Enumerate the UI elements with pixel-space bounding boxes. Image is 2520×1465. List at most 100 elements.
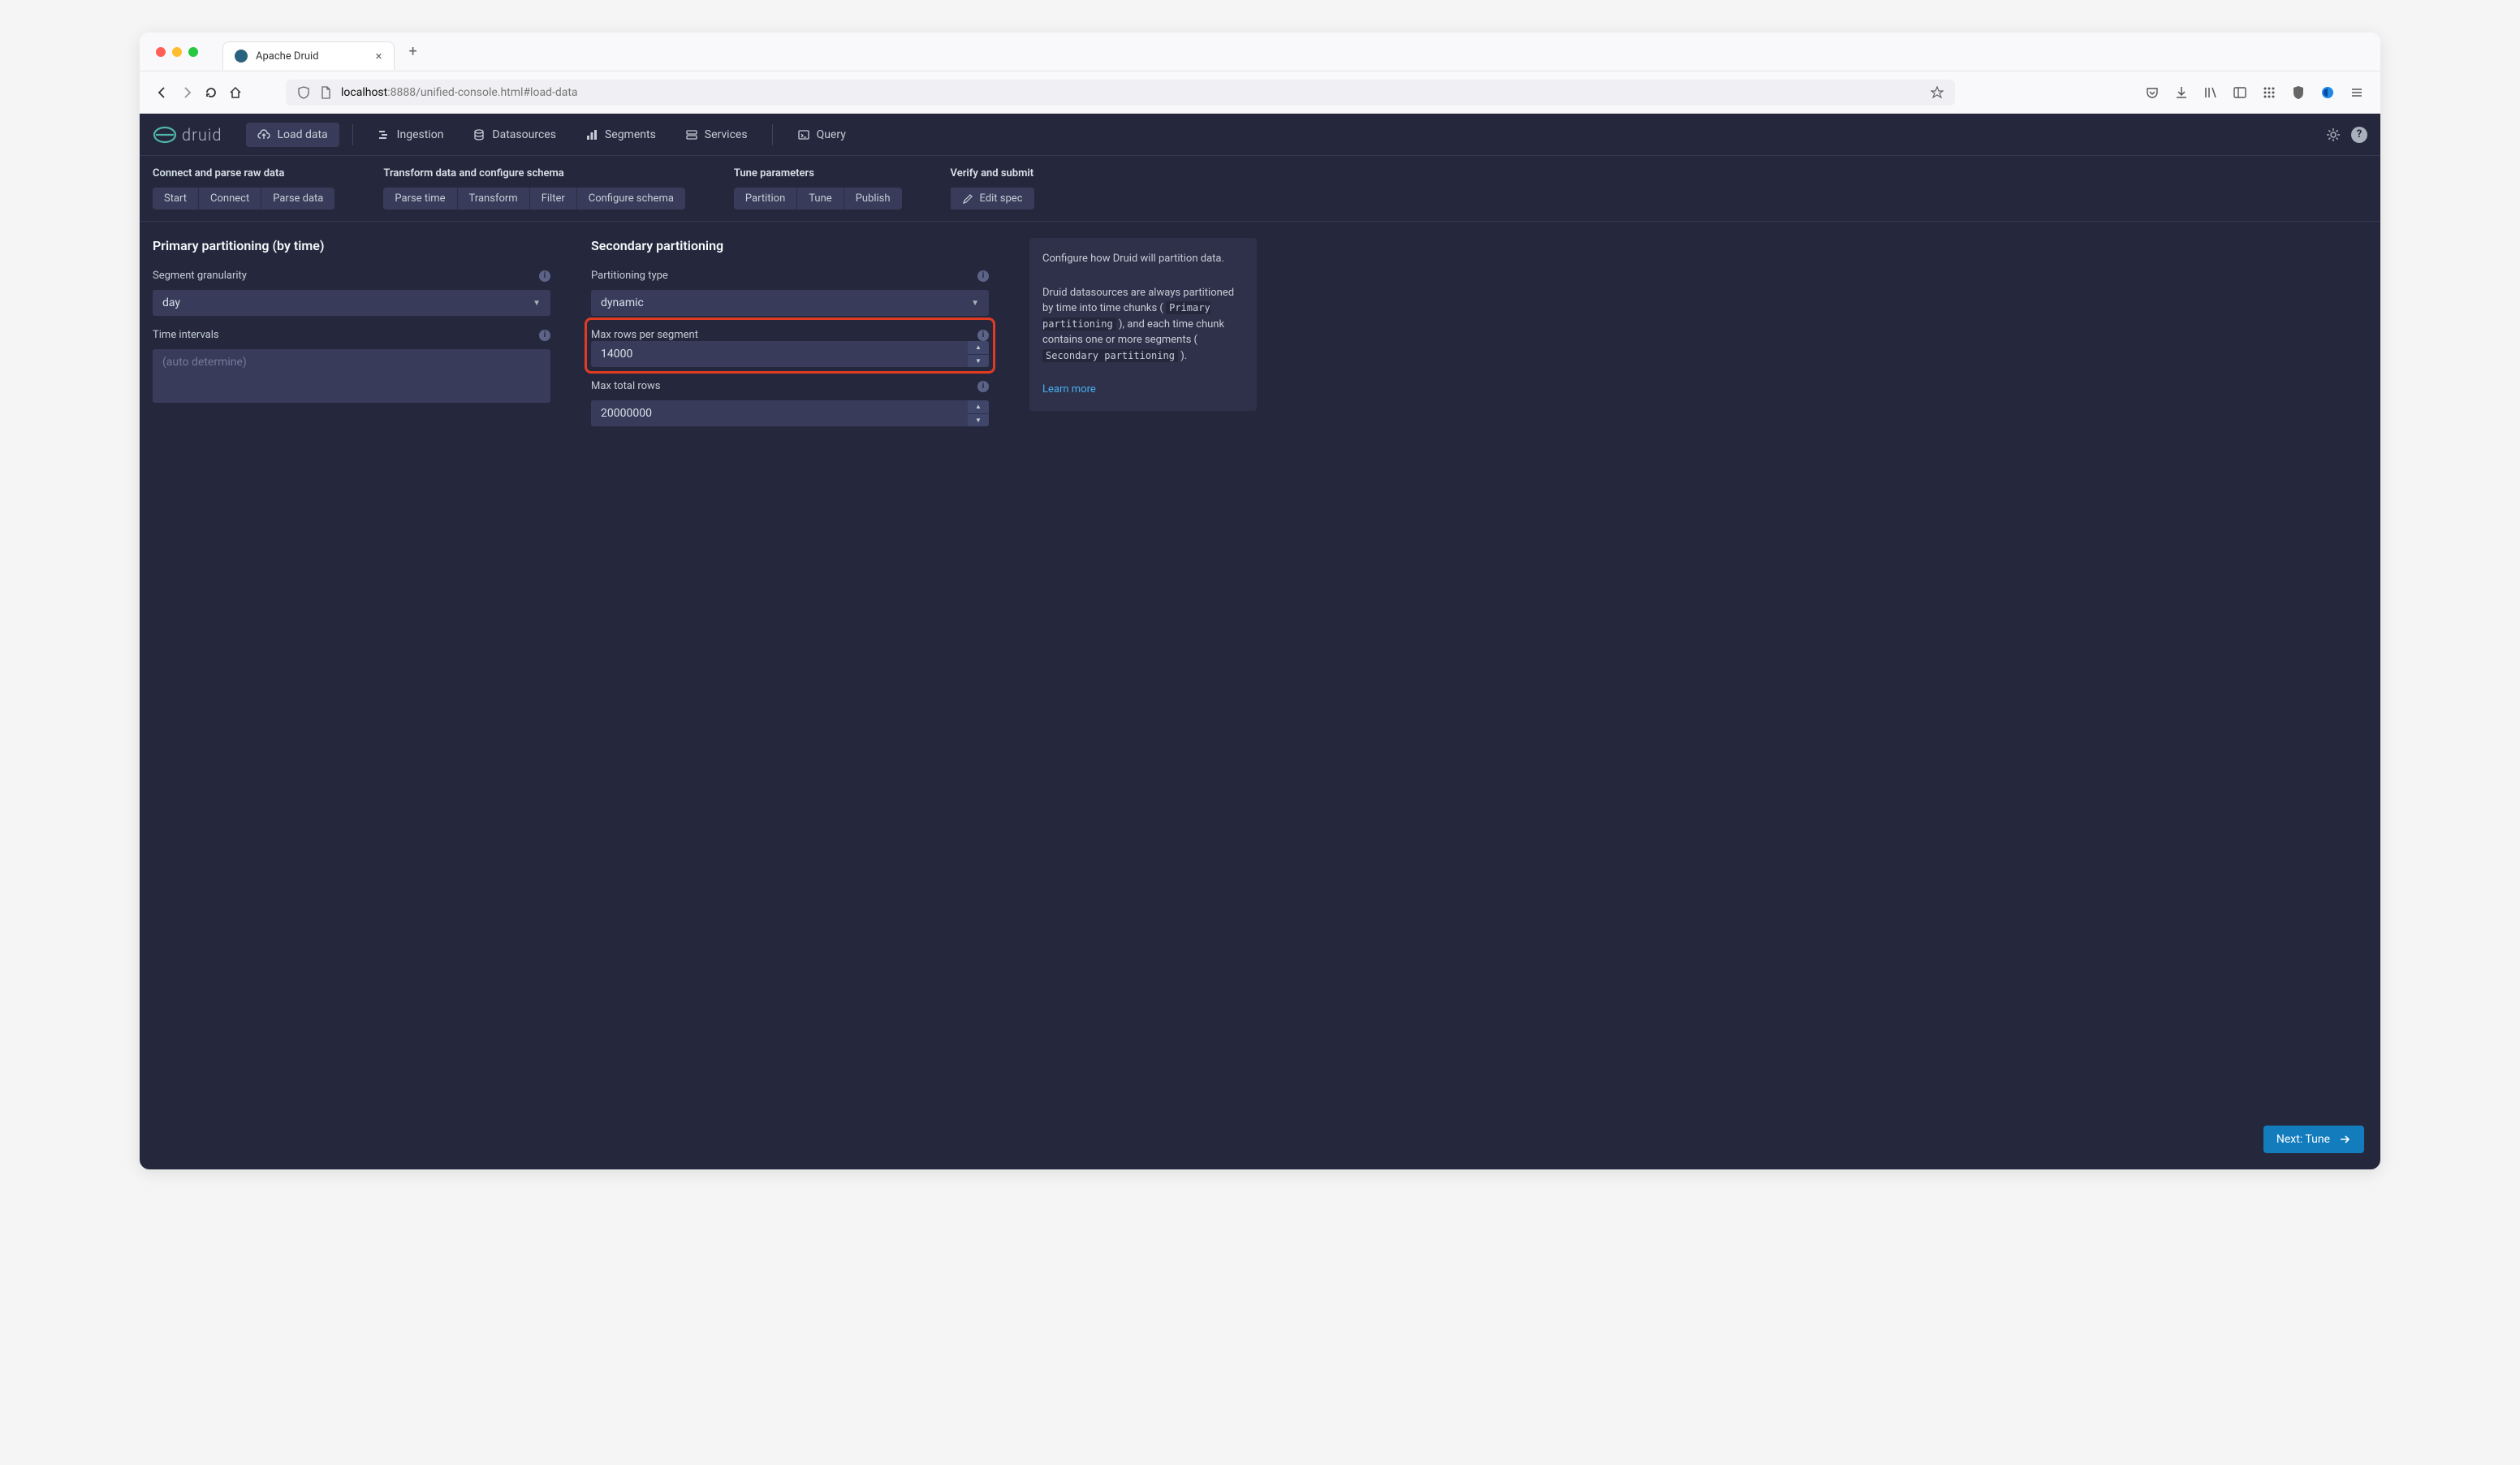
highlighted-max-rows-field: Max rows per segment i 14000 ▲ ▼ [585, 318, 995, 374]
content-area: Primary partitioning (by time) Segment g… [140, 222, 2380, 443]
back-button[interactable] [156, 86, 169, 99]
help-text-2: Druid datasources are always partitioned… [1042, 285, 1244, 365]
nav-segments[interactable]: Segments [574, 123, 667, 147]
url-bar[interactable]: localhost:8888/unified-console.html#load… [286, 80, 1955, 106]
download-icon[interactable] [2174, 85, 2189, 100]
home-button[interactable] [229, 86, 242, 99]
secondary-partitioning-section: Secondary partitioning Partitioning type… [591, 238, 989, 426]
edit-icon [962, 193, 973, 205]
logo-text: druid [182, 125, 222, 145]
primary-partitioning-section: Primary partitioning (by time) Segment g… [153, 238, 550, 426]
caret-down-icon: ▼ [533, 299, 541, 308]
menu-icon[interactable] [2350, 85, 2364, 100]
settings-icon[interactable] [2325, 127, 2341, 143]
window-minimize-button[interactable] [172, 47, 182, 57]
maxtotal-input[interactable]: 20000000 [591, 400, 968, 426]
tab-title: Apache Druid [256, 50, 319, 63]
step-transform[interactable]: Transform [458, 188, 530, 210]
partitioning-type-select[interactable]: dynamic ▼ [591, 290, 989, 316]
step-group-transform: Transform data and configure schema Pars… [383, 167, 685, 210]
info-icon[interactable]: i [539, 330, 550, 341]
step-tune[interactable]: Tune [797, 188, 844, 210]
step-publish[interactable]: Publish [844, 188, 902, 210]
browser-title-bar: Apache Druid × + [140, 32, 2380, 71]
step-configure-schema[interactable]: Configure schema [577, 188, 685, 210]
intervals-label: Time intervals [153, 329, 219, 341]
learn-more-link[interactable]: Learn more [1042, 382, 1244, 398]
ublock-icon[interactable] [2291, 85, 2306, 100]
app-nav: druid Load data Ingestion Datasources [140, 114, 2380, 156]
step-partition[interactable]: Partition [734, 188, 797, 210]
granularity-select[interactable]: day ▼ [153, 290, 550, 316]
browser-toolbar: localhost:8888/unified-console.html#load… [140, 71, 2380, 114]
caret-down-icon: ▼ [971, 299, 979, 308]
spinner-down-icon[interactable]: ▼ [968, 355, 989, 368]
bars-icon [585, 128, 598, 141]
grid-icon[interactable] [2262, 85, 2276, 100]
code-secondary: Secondary partitioning [1042, 349, 1178, 362]
step-parse-data[interactable]: Parse data [261, 188, 334, 210]
arrow-right-icon [2338, 1133, 2351, 1146]
step-start[interactable]: Start [153, 188, 199, 210]
spinner-down-icon[interactable]: ▼ [968, 414, 989, 427]
spinner-up-icon[interactable]: ▲ [968, 341, 989, 355]
browser-tab[interactable]: Apache Druid × [222, 41, 395, 70]
extension-icon[interactable] [2320, 85, 2335, 100]
info-icon[interactable]: i [977, 270, 989, 282]
intervals-textarea[interactable]: (auto determine) [153, 349, 550, 403]
url-text: localhost:8888/unified-console.html#load… [341, 86, 578, 99]
shield-icon [297, 86, 310, 99]
new-tab-button[interactable]: + [409, 43, 417, 60]
close-tab-button[interactable]: × [376, 49, 382, 63]
next-button[interactable]: Next: Tune [2263, 1126, 2364, 1153]
bookmark-icon[interactable] [1931, 86, 1944, 99]
step-group-tune: Tune parameters Partition Tune Publish [734, 167, 902, 210]
cloud-upload-icon [257, 128, 270, 141]
console-icon [797, 128, 810, 141]
nav-load-data[interactable]: Load data [246, 123, 339, 147]
database-icon [472, 128, 485, 141]
help-icon[interactable]: ? [2351, 127, 2367, 143]
info-icon[interactable]: i [977, 381, 989, 392]
tab-favicon [235, 50, 248, 63]
document-icon [320, 86, 331, 99]
window-controls [156, 47, 198, 57]
nav-divider [352, 124, 353, 145]
step-group-connect: Connect and parse raw data Start Connect… [153, 167, 334, 210]
maxrows-label: Max rows per segment [591, 329, 698, 341]
nav-ingestion[interactable]: Ingestion [366, 123, 455, 147]
gantt-icon [378, 128, 391, 141]
druid-logo[interactable]: druid [153, 125, 222, 145]
window-close-button[interactable] [156, 47, 166, 57]
step-group-verify: Verify and submit Edit spec [951, 167, 1034, 210]
druid-logo-icon [153, 125, 177, 145]
help-panel: Configure how Druid will partition data.… [1029, 238, 1257, 411]
help-text-1: Configure how Druid will partition data. [1042, 251, 1244, 267]
step-parse-time[interactable]: Parse time [383, 188, 457, 210]
spinner-up-icon[interactable]: ▲ [968, 400, 989, 414]
forward-button[interactable] [180, 86, 193, 99]
nav-query[interactable]: Query [786, 123, 857, 147]
pocket-icon[interactable] [2145, 85, 2160, 100]
secondary-title: Secondary partitioning [591, 238, 989, 253]
info-icon[interactable]: i [977, 330, 989, 341]
step-edit-spec[interactable]: Edit spec [951, 188, 1034, 210]
window-maximize-button[interactable] [188, 47, 198, 57]
server-icon [685, 128, 698, 141]
step-connect[interactable]: Connect [199, 188, 261, 210]
info-icon[interactable]: i [539, 270, 550, 282]
sidebar-icon[interactable] [2233, 85, 2247, 100]
maxrows-input[interactable]: 14000 [591, 341, 968, 367]
primary-title: Primary partitioning (by time) [153, 238, 550, 253]
reload-button[interactable] [205, 86, 218, 99]
nav-services[interactable]: Services [674, 123, 759, 147]
library-icon[interactable] [2203, 85, 2218, 100]
step-filter[interactable]: Filter [530, 188, 577, 210]
nav-divider [772, 124, 773, 145]
app-root: druid Load data Ingestion Datasources [140, 114, 2380, 1169]
granularity-label: Segment granularity [153, 270, 247, 282]
nav-datasources[interactable]: Datasources [461, 123, 567, 147]
toolbar-right [2145, 85, 2364, 100]
steps-bar: Connect and parse raw data Start Connect… [140, 156, 2380, 222]
maxtotal-label: Max total rows [591, 380, 661, 392]
